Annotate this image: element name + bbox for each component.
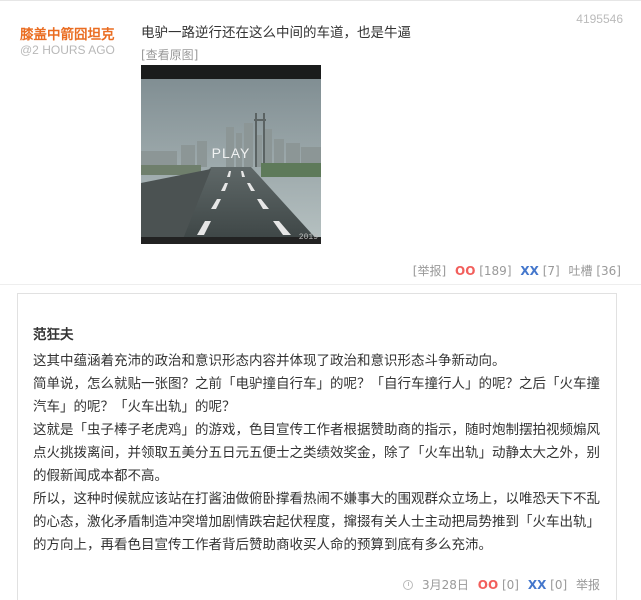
view-original-link[interactable]: [查看原图] — [141, 46, 198, 63]
reply-paragraph: 这其中蕴涵着充沛的政治和意识形态内容并体现了政治和意识形态斗争新动向。 — [33, 353, 506, 369]
report-link[interactable]: [举报] — [413, 262, 446, 279]
reply-paragraph: 简单说，怎么就贴一张图？之前「电驴撞自行车」的呢？「自行车撞行人」的呢？之后「火… — [33, 376, 600, 415]
xx-count: [7] — [542, 264, 560, 278]
xx-vote-button[interactable]: XX — [520, 264, 539, 278]
image-timestamp: 2019 — [298, 233, 318, 242]
reply-footer: 3月28日 OO [0] XX [0] 举报 — [403, 576, 600, 593]
play-label[interactable]: PLAY — [141, 145, 321, 161]
reply-oo-button[interactable]: OO — [478, 578, 498, 592]
post-author: 膝盖中箭囧坦克 — [20, 27, 115, 43]
reply-card: 范狂夫 这其中蕴涵着充沛的政治和意识形态内容并体现了政治和意识形态斗争新动向。 … — [17, 293, 617, 600]
reply-oo-count: [0] — [501, 578, 519, 592]
reply-date: 3月28日 — [422, 578, 469, 592]
tucao-count: [36] — [596, 264, 621, 278]
post-gif-thumbnail[interactable]: PLAY 2019 — [141, 65, 321, 244]
reply-xx-count: [0] — [550, 578, 568, 592]
post-time: @2 HOURS AGO — [20, 43, 115, 57]
reply-body: 这其中蕴涵着充沛的政治和意识形态内容并体现了政治和意识形态斗争新动向。 简单说，… — [33, 350, 601, 557]
post-text: 电驴一路逆行还在这么中间的车道，也是牛逼 — [141, 25, 411, 41]
oo-vote-button[interactable]: OO — [455, 264, 475, 278]
oo-count: [189] — [479, 264, 512, 278]
post-content: 电驴一路逆行还在这么中间的车道，也是牛逼 [查看原图] — [141, 22, 411, 63]
post-divider — [0, 284, 641, 285]
reply-paragraph: 所以，这种时候就应该站在打酱油做俯卧撑看热闹不嫌事大的围观群众立场上，以唯恐天下… — [33, 491, 600, 553]
reply-paragraph: 这就是「虫子棒子老虎鸡」的游戏，色目宣传工作者根据赞助商的指示，随时炮制摆拍视频… — [33, 422, 600, 484]
clock-icon — [403, 580, 414, 590]
post-id[interactable]: 4195546 — [576, 12, 623, 26]
reply-author: 范狂夫 — [33, 327, 74, 343]
tucao-button[interactable]: 吐槽 — [569, 262, 593, 279]
reply-xx-button[interactable]: XX — [528, 578, 547, 592]
post-actions: [举报] OO [189] XX [7] 吐槽 [36] — [413, 262, 621, 279]
reply-report-link[interactable]: 举报 — [576, 576, 600, 593]
top-divider — [0, 0, 641, 1]
